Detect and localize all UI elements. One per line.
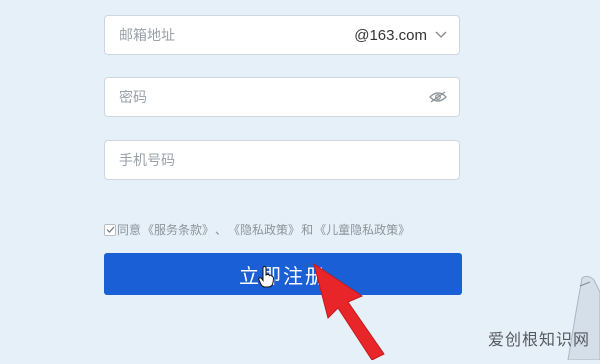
phone-field[interactable]: 手机号码 [104,140,460,180]
eye-hidden-icon[interactable] [429,91,447,103]
decorative-illustration [560,272,600,364]
terms-link[interactable]: 《服务条款》 [142,221,214,238]
agreement-row: 同意 《服务条款》 、 《隐私政策》 和 《儿童隐私政策》 [104,221,411,238]
password-placeholder: 密码 [119,90,147,106]
privacy-link[interactable]: 《隐私政策》 [228,221,300,238]
password-field[interactable]: 密码 [104,77,460,117]
agreement-prefix: 同意 [117,223,142,237]
red-arrow-icon [312,262,392,364]
register-button[interactable]: 立即注册 [104,253,462,295]
email-placeholder: 邮箱地址 [119,28,175,44]
child-privacy-link[interactable]: 《儿童隐私政策》 [314,221,410,238]
agreement-checkbox[interactable] [104,223,116,236]
email-domain-label: @163.com [354,26,427,44]
checkmark-icon [106,226,114,233]
hand-cursor-icon [258,265,275,292]
watermark-text: 爱创根知识网 [488,330,591,349]
email-field[interactable]: 邮箱地址 @163.com [104,15,460,55]
agreement-separator: 、 [215,223,228,237]
phone-placeholder: 手机号码 [119,153,175,169]
email-domain-select[interactable]: @163.com [354,27,447,44]
agreement-conjunction: 和 [301,223,314,237]
chevron-down-icon [435,31,447,39]
